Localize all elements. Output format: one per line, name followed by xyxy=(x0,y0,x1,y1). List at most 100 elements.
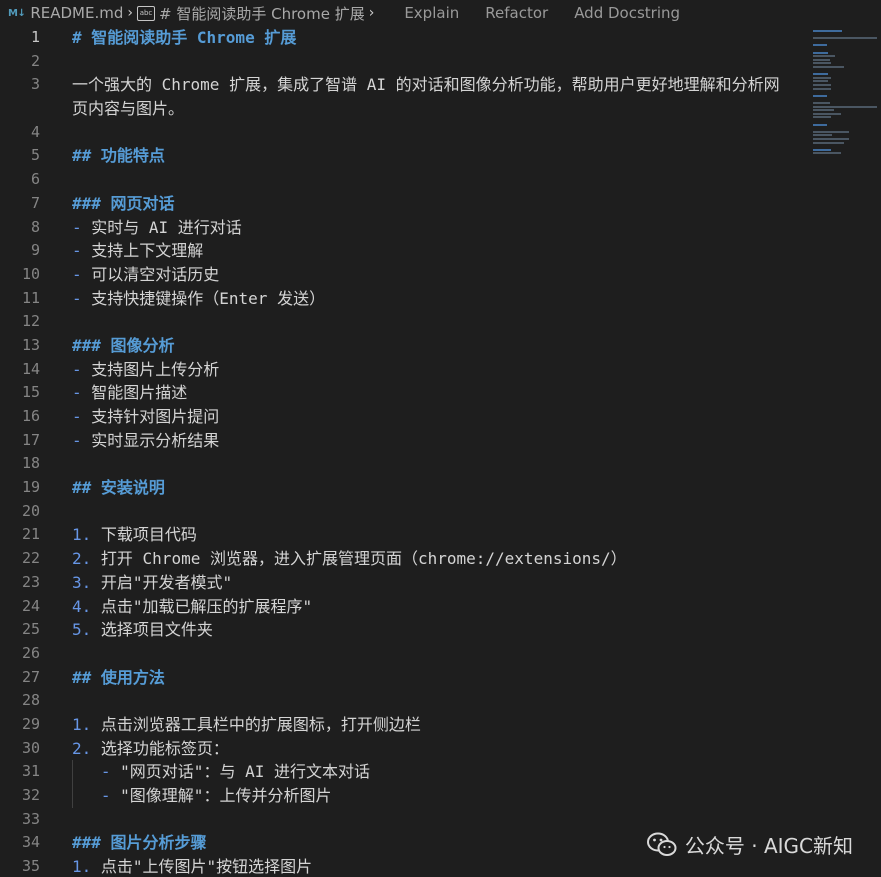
minimap-line xyxy=(813,66,844,68)
line-number: 16 xyxy=(21,407,40,426)
editor-text-area[interactable]: 1 # 智能阅读助手 Chrome 扩展 2 3 一个强大的 Chrome 扩展，集成了… xyxy=(0,26,881,877)
minimap-line xyxy=(813,116,831,119)
line-text: "网页对话"：与 AI 进行文本对话 xyxy=(120,762,370,782)
editor-line[interactable]: 25 5. 选择项目文件夹 xyxy=(0,618,881,642)
markdown-heading: ## 安装说明 xyxy=(72,478,165,498)
editor-line[interactable]: 11 - 支持快捷键操作（Enter 发送） xyxy=(0,287,881,311)
line-number: 32 xyxy=(21,786,40,805)
line-content: 1. 下载项目代码 xyxy=(72,523,197,547)
line-text: 选择功能标签页： xyxy=(100,738,229,758)
minimap-line xyxy=(813,94,827,97)
line-content: ## 功能特点 xyxy=(72,144,165,168)
minimap-line xyxy=(813,44,827,47)
editor-line[interactable]: 16 - 支持针对图片提问 xyxy=(0,405,881,429)
editor-line[interactable]: 14 - 支持图片上传分析 xyxy=(0,358,881,382)
breadcrumb: M↓ README.md › abc # 智能阅读助手 Chrome 扩展 › … xyxy=(0,0,881,26)
editor-line[interactable]: 8 - 实时与 AI 进行对话 xyxy=(0,216,881,240)
editor-line[interactable]: 31 - "网页对话"：与 AI 进行文本对话 xyxy=(0,760,881,785)
line-content: 一个强大的 Chrome 扩展，集成了智谱 AI 的对话和图像分析功能，帮助用户… xyxy=(72,73,792,120)
minimap-line xyxy=(813,58,830,61)
line-number: 8 xyxy=(30,217,40,236)
line-content: 5. 选择项目文件夹 xyxy=(72,618,213,642)
minimap-line xyxy=(813,134,833,137)
line-number: 20 xyxy=(21,501,40,520)
editor-line[interactable]: 7 ### 网页对话 xyxy=(0,192,881,216)
minimap-line xyxy=(813,141,844,144)
editor-line[interactable]: 9 - 支持上下文理解 xyxy=(0,239,881,263)
line-text: 支持上下文理解 xyxy=(91,241,204,261)
minimap-line xyxy=(813,37,877,40)
list-marker: 1. xyxy=(72,525,101,545)
markdown-file-icon: M↓ xyxy=(8,7,26,19)
line-content: # 智能阅读助手 Chrome 扩展 xyxy=(72,26,296,50)
editor-line[interactable]: 2 xyxy=(0,50,881,74)
codelens-explain[interactable]: Explain xyxy=(404,4,459,22)
editor-line[interactable]: 33 xyxy=(0,808,881,832)
editor-line[interactable]: 21 1. 下载项目代码 xyxy=(0,523,881,547)
minimap-line xyxy=(813,123,827,126)
editor-line[interactable]: 10 - 可以清空对话历史 xyxy=(0,263,881,287)
editor-line[interactable]: 3 一个强大的 Chrome 扩展，集成了智谱 AI 的对话和图像分析功能，帮助用… xyxy=(0,73,881,120)
editor-line[interactable]: 19 ## 安装说明 xyxy=(0,476,881,500)
watermark: 公众号 · AIGC新知 xyxy=(646,830,853,859)
editor-line[interactable]: 4 xyxy=(0,121,881,145)
editor-line[interactable]: 15 - 智能图片描述 xyxy=(0,381,881,405)
list-marker: - xyxy=(100,762,121,782)
line-number: 12 xyxy=(21,312,40,331)
list-marker: 2. xyxy=(72,549,101,569)
line-number: 29 xyxy=(21,714,40,733)
minimap-line xyxy=(813,112,841,115)
editor-line[interactable]: 5 ## 功能特点 xyxy=(0,144,881,168)
minimap-line xyxy=(813,148,831,151)
line-number: 35 xyxy=(21,857,40,876)
line-number: 14 xyxy=(21,359,40,378)
line-number: 9 xyxy=(30,241,40,260)
minimap-line xyxy=(813,30,843,32)
line-content: ### 图像分析 xyxy=(72,334,175,358)
editor-line[interactable]: 23 3. 开启"开发者模式" xyxy=(0,571,881,595)
line-content: 3. 开启"开发者模式" xyxy=(72,571,232,595)
chevron-right-icon: › xyxy=(127,5,133,21)
minimap-line xyxy=(813,152,841,155)
editor-line[interactable]: 6 xyxy=(0,168,881,192)
list-marker: - xyxy=(72,430,92,450)
line-text: "图像理解"：上传并分析图片 xyxy=(120,786,332,806)
line-text: 支持针对图片提问 xyxy=(91,407,220,427)
editor-line[interactable]: 1 # 智能阅读助手 Chrome 扩展 xyxy=(0,26,881,50)
line-number: 22 xyxy=(21,549,40,568)
editor-line[interactable]: 18 xyxy=(0,452,881,476)
list-marker: - xyxy=(72,264,92,284)
line-text: 支持图片上传分析 xyxy=(91,359,220,379)
line-number: 10 xyxy=(21,264,40,283)
line-content: - 智能图片描述 xyxy=(72,381,187,405)
editor-line[interactable]: 28 xyxy=(0,689,881,713)
line-content: - 实时显示分析结果 xyxy=(72,429,219,453)
editor-line[interactable]: 30 2. 选择功能标签页： xyxy=(0,737,881,761)
editor-line[interactable]: 12 xyxy=(0,310,881,334)
list-marker: 5. xyxy=(72,620,101,640)
editor-line[interactable]: 32 - "图像理解"：上传并分析图片 xyxy=(0,784,881,808)
list-marker: 4. xyxy=(72,596,101,616)
editor-line[interactable]: 26 xyxy=(0,642,881,666)
breadcrumb-symbol[interactable]: # 智能阅读助手 Chrome 扩展 xyxy=(159,3,365,24)
editor-line[interactable]: 22 2. 打开 Chrome 浏览器，进入扩展管理页面（chrome://ext… xyxy=(0,547,881,571)
line-content: 2. 打开 Chrome 浏览器，进入扩展管理页面（chrome://exten… xyxy=(72,547,627,571)
minimap[interactable] xyxy=(811,26,881,166)
codelens-add-docstring[interactable]: Add Docstring xyxy=(574,4,680,22)
codelens-refactor[interactable]: Refactor xyxy=(485,4,548,22)
editor-line[interactable]: 17 - 实时显示分析结果 xyxy=(0,429,881,453)
minimap-line xyxy=(813,138,850,140)
breadcrumb-file[interactable]: README.md xyxy=(30,4,123,22)
line-number: 25 xyxy=(21,620,40,639)
editor-line[interactable]: 29 1. 点击浏览器工具栏中的扩展图标，打开侧边栏 xyxy=(0,713,881,737)
editor-line[interactable]: 20 xyxy=(0,500,881,524)
line-content: - 实时与 AI 进行对话 xyxy=(72,216,242,240)
markdown-heading: ### 图像分析 xyxy=(72,335,175,355)
line-text: 下载项目代码 xyxy=(100,525,197,545)
editor-line[interactable]: 13 ### 图像分析 xyxy=(0,334,881,358)
editor-line[interactable]: 27 ## 使用方法 xyxy=(0,666,881,690)
line-text: 实时与 AI 进行对话 xyxy=(91,217,242,237)
line-text: 点击"加载已解压的扩展程序" xyxy=(100,596,313,616)
editor-line[interactable]: 24 4. 点击"加载已解压的扩展程序" xyxy=(0,595,881,619)
line-number: 24 xyxy=(21,596,40,615)
